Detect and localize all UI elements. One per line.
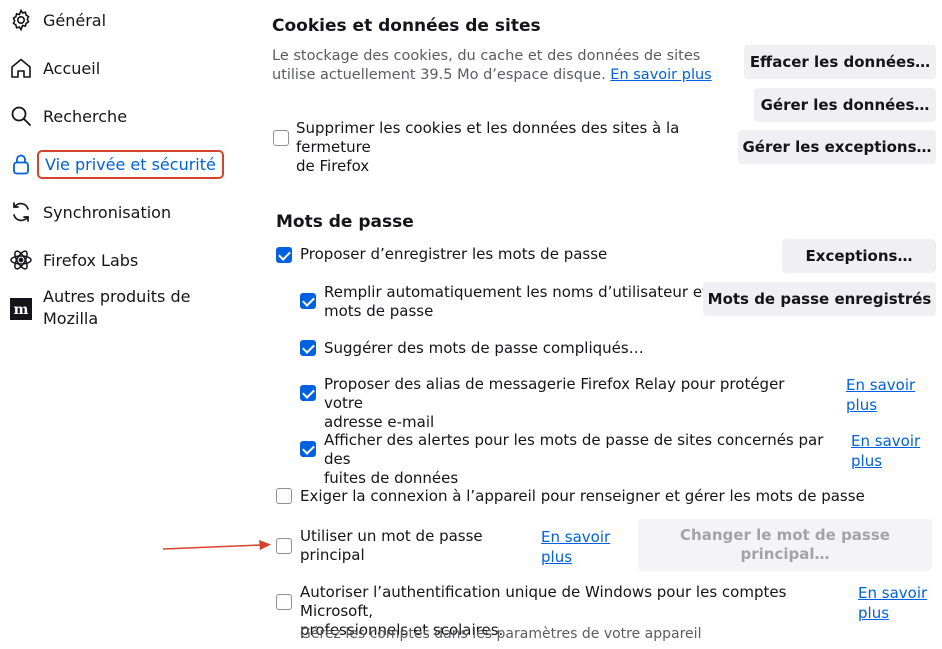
home-icon (8, 55, 34, 81)
manage-exceptions-button[interactable]: Gérer les exceptions… (738, 130, 936, 164)
cookies-description: Le stockage des cookies, du cache et des… (272, 48, 712, 83)
sidebar-item-label: Synchronisation (43, 202, 172, 222)
sidebar-item-label: Mozilla (43, 309, 99, 328)
suggest-strong-passwords-checkbox[interactable] (300, 340, 316, 356)
sidebar-item-label: Vie privée et sécurité (37, 149, 224, 179)
require-device-auth-label[interactable]: Exiger la connexion à l’appareil pour re… (300, 487, 865, 506)
relay-aliases-label[interactable]: Proposer des alias de messagerie Firefox… (324, 375, 824, 432)
windows-sso-checkbox[interactable] (276, 594, 292, 610)
sidebar-item-label: Autres produits de (43, 287, 191, 306)
relay-learn-more-link[interactable]: En savoir plus (846, 375, 915, 415)
breach-alerts-label[interactable]: Afficher des alertes pour les mots de pa… (324, 431, 844, 488)
delete-cookies-on-close-label[interactable]: Supprimer les cookies et les données des… (296, 119, 746, 176)
sync-icon (8, 199, 34, 225)
breach-alerts-checkbox[interactable] (300, 441, 316, 457)
primary-password-learn-more-link[interactable]: En savoir plus (541, 527, 610, 567)
gear-icon (8, 7, 34, 33)
cookies-section-title: Cookies et données de sites (272, 16, 541, 36)
offer-save-passwords-checkbox[interactable] (276, 247, 292, 263)
sidebar-item-label: Firefox Labs (43, 250, 139, 270)
sidebar-item-label: Recherche (43, 106, 128, 126)
manage-data-button[interactable]: Gérer les données… (754, 88, 936, 122)
windows-sso-hint: Gérez les comptes dans les paramètres de… (300, 626, 702, 642)
sidebar-item-label: Accueil (43, 58, 101, 78)
password-exceptions-button[interactable]: Exceptions… (782, 239, 936, 273)
primary-password-label[interactable]: Utiliser un mot de passe principal (300, 527, 520, 565)
delete-cookies-on-close-checkbox[interactable] (273, 130, 289, 146)
sidebar-item-home[interactable]: Accueil (8, 53, 100, 83)
sidebar-item-mozilla-products[interactable]: m Autres produits de Mozilla (8, 286, 190, 332)
sidebar-item-label: Général (43, 10, 107, 30)
breach-learn-more-link[interactable]: En savoir plus (851, 431, 920, 471)
main-content: Cookies et données de sites Le stockage … (250, 0, 942, 649)
require-device-auth-checkbox[interactable] (276, 488, 292, 504)
svg-text:m: m (14, 302, 29, 318)
sidebar-item-general[interactable]: Général (8, 5, 106, 35)
cookies-learn-more-link[interactable]: En savoir plus (610, 67, 711, 83)
autofill-logins-checkbox[interactable] (300, 293, 316, 309)
sidebar-item-firefox-labs[interactable]: Firefox Labs (8, 245, 138, 275)
mozilla-icon: m (8, 296, 34, 322)
sidebar-item-sync[interactable]: Synchronisation (8, 197, 171, 227)
windows-sso-learn-more-link[interactable]: En savoir plus (858, 583, 927, 623)
search-icon (8, 103, 34, 129)
clear-data-button[interactable]: Effacer les données… (744, 45, 936, 79)
sidebar-item-privacy[interactable]: Vie privée et sécurité (8, 145, 224, 183)
autofill-logins-label[interactable]: Remplir automatiquement les noms d’utili… (324, 283, 714, 321)
change-primary-password-button[interactable]: Changer le mot de passe principal… (638, 519, 932, 571)
suggest-strong-passwords-label[interactable]: Suggérer des mots de passe compliqués… (324, 339, 644, 358)
atom-icon (8, 247, 34, 273)
primary-password-checkbox[interactable] (276, 538, 292, 554)
saved-passwords-button[interactable]: Mots de passe enregistrés (703, 282, 936, 316)
sidebar-item-search[interactable]: Recherche (8, 101, 127, 131)
lock-icon (8, 151, 34, 177)
passwords-section-title: Mots de passe (276, 212, 414, 232)
relay-aliases-checkbox[interactable] (300, 385, 316, 401)
offer-save-passwords-label[interactable]: Proposer d’enregistrer les mots de passe (300, 245, 607, 264)
